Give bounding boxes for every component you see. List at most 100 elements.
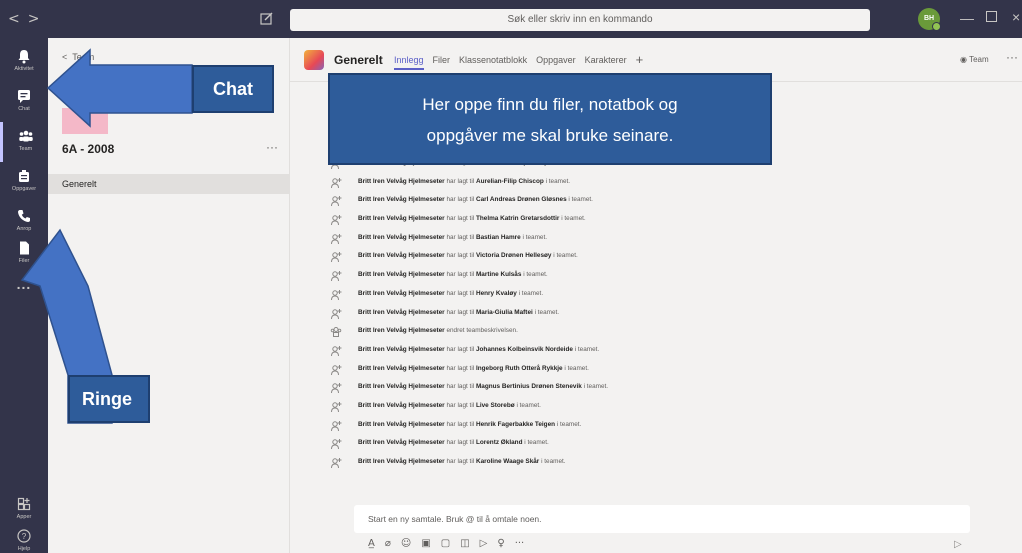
- message-suffix: i teamet.: [516, 401, 541, 409]
- tab-files[interactable]: Filer: [433, 55, 451, 70]
- bell-icon: [18, 50, 30, 64]
- message-actor: Britt Iren Velvåg Hjelmeseter: [358, 196, 445, 204]
- tab-assignments[interactable]: Oppgaver: [536, 55, 576, 70]
- compose-box[interactable]: Start en ny samtale. Bruk @ til å omtale…: [354, 505, 970, 533]
- message-suffix: i teamet.: [568, 196, 593, 204]
- channel-title: Generelt: [334, 53, 383, 67]
- team-avatar: [62, 108, 108, 134]
- message-actor: Britt Iren Velvåg Hjelmeseter: [358, 252, 445, 260]
- feed-message: Britt Iren Velvåg Hjelmeseter har lagt t…: [320, 175, 1000, 194]
- message-target: Ingeborg Ruth Otterå Rykkje: [475, 364, 563, 372]
- appbar-label: Chat: [18, 106, 30, 112]
- back-arrow-icon[interactable]: <: [8, 11, 28, 27]
- praise-icon[interactable]: ♀: [497, 538, 504, 549]
- message-target: Thelma Katrin Gretarsdottir: [475, 215, 560, 223]
- channel-team-icon: [304, 50, 324, 70]
- message-action: har lagt til: [446, 364, 475, 372]
- team-name: 6A - 2008: [62, 142, 115, 156]
- ringe-callout: Ringe: [68, 375, 150, 423]
- message-actor: Britt Iren Velvåg Hjelmeseter: [358, 383, 445, 391]
- appbar-teams[interactable]: Team: [0, 122, 48, 162]
- user-avatar[interactable]: BH: [918, 8, 941, 31]
- add-member-icon: [331, 420, 342, 431]
- message-action: har lagt til: [446, 308, 475, 316]
- appbar-files[interactable]: Filer: [0, 234, 48, 274]
- appbar-label: Apper: [16, 514, 32, 520]
- send-icon[interactable]: ▷: [954, 539, 962, 550]
- meet-icon[interactable]: ◫: [460, 538, 469, 549]
- add-member-icon: [331, 271, 342, 282]
- add-member-icon: [331, 196, 342, 207]
- app-bar: Aktivitet Chat Team Oppgaver Anrop Filer…: [0, 38, 48, 553]
- add-member-icon: [331, 215, 342, 226]
- more-apps-icon[interactable]: ...: [0, 276, 48, 292]
- feed-message: Britt Iren Velvåg Hjelmeseter har lagt t…: [320, 343, 1000, 362]
- header-more-icon[interactable]: ···: [1006, 50, 1018, 64]
- appbar-assignments[interactable]: Oppgaver: [0, 162, 48, 202]
- feed-message-text: Britt Iren Velvåg Hjelmeseter endret tea…: [358, 327, 518, 334]
- message-actor: Britt Iren Velvåg Hjelmeseter: [358, 233, 445, 241]
- team-button-label: Team: [969, 55, 989, 64]
- feed-message-text: Britt Iren Velvåg Hjelmeseter har lagt t…: [358, 252, 578, 259]
- message-suffix: i teamet.: [522, 233, 548, 241]
- message-suffix: i teamet.: [534, 308, 560, 316]
- close-icon[interactable]: ×: [1012, 9, 1020, 25]
- gif-icon[interactable]: ▣: [421, 538, 430, 549]
- emoji-icon[interactable]: ☺: [401, 538, 411, 549]
- message-feed: Britt Iren Velvåg Hjelmeseter har lagt t…: [320, 156, 1000, 474]
- tab-grades[interactable]: Karakterer: [585, 55, 627, 70]
- maximize-icon[interactable]: [986, 11, 997, 22]
- more-options-icon[interactable]: ···: [515, 538, 525, 549]
- feed-message-text: Britt Iren Velvåg Hjelmeseter har lagt t…: [358, 178, 570, 185]
- feed-message-text: Britt Iren Velvåg Hjelmeseter har lagt t…: [358, 271, 548, 278]
- chat-callout: Chat: [192, 65, 274, 113]
- message-suffix: i teamet.: [561, 215, 586, 223]
- search-input[interactable]: Søk eller skriv inn en kommando: [290, 9, 870, 31]
- feed-message: Britt Iren Velvåg Hjelmeseter har lagt t…: [320, 268, 1000, 287]
- feed-message-text: Britt Iren Velvåg Hjelmeseter har lagt t…: [358, 421, 581, 428]
- add-tab-icon[interactable]: +: [636, 52, 644, 70]
- appbar-label: Filer: [18, 258, 30, 264]
- message-target: Karoline Waage Skår: [475, 458, 540, 465]
- compose-placeholder: Start en ny samtale. Bruk @ til å omtale…: [368, 514, 542, 524]
- team-more-icon[interactable]: ···: [266, 140, 278, 154]
- message-target: Johannes Kolbeinsvik Nordeide: [475, 345, 573, 353]
- attach-icon[interactable]: ⌀: [385, 538, 391, 549]
- message-actor: Britt Iren Velvåg Hjelmeseter: [358, 289, 445, 297]
- feed-message: Britt Iren Velvåg Hjelmeseter endret tea…: [320, 324, 1000, 343]
- message-target: Lorentz Økland: [475, 439, 523, 447]
- minimize-icon[interactable]: —: [960, 10, 974, 26]
- message-actor: Britt Iren Velvåg Hjelmeseter: [358, 458, 445, 465]
- team-panel: < Team 6A - 2008 ··· Generelt: [48, 38, 290, 553]
- help-icon: ?: [17, 529, 31, 543]
- message-suffix: i teamet.: [564, 364, 589, 372]
- team-button[interactable]: ◉ Team: [960, 55, 989, 64]
- tab-posts[interactable]: Innlegg: [394, 55, 424, 70]
- back-to-teams-link[interactable]: < Team: [62, 52, 94, 62]
- format-icon[interactable]: A̲: [368, 538, 375, 549]
- appbar-activity[interactable]: Aktivitet: [0, 42, 48, 82]
- appbar-help[interactable]: ? Hjelp: [0, 522, 48, 553]
- stream-icon[interactable]: ▷: [480, 538, 488, 549]
- message-action: har lagt til: [446, 401, 475, 409]
- compose-icon[interactable]: [260, 11, 274, 25]
- sticker-icon[interactable]: ▢: [441, 538, 450, 549]
- message-target: Carl Andreas Drønen Gløsnes: [475, 196, 567, 204]
- message-actor: Britt Iren Velvåg Hjelmeseter: [358, 271, 445, 279]
- feed-message-text: Britt Iren Velvåg Hjelmeseter har lagt t…: [358, 365, 589, 372]
- feed-message: Britt Iren Velvåg Hjelmeseter har lagt t…: [320, 436, 1000, 455]
- message-suffix: i teamet.: [583, 383, 609, 391]
- channel-item-generelt[interactable]: Generelt: [48, 174, 289, 194]
- message-action: har lagt til: [446, 289, 475, 297]
- feed-message-text: Britt Iren Velvåg Hjelmeseter har lagt t…: [358, 290, 543, 297]
- appbar-chat[interactable]: Chat: [0, 82, 48, 122]
- forward-arrow-icon[interactable]: >: [28, 11, 48, 27]
- message-target: Martine Kulsås: [475, 271, 522, 279]
- feed-message: Britt Iren Velvåg Hjelmeseter har lagt t…: [320, 212, 1000, 231]
- message-action: har lagt til: [446, 271, 475, 279]
- tab-class-notebook[interactable]: Klassenotatblokk: [459, 55, 527, 70]
- message-action: har lagt til: [446, 215, 475, 223]
- feed-message: Britt Iren Velvåg Hjelmeseter har lagt t…: [320, 249, 1000, 268]
- feed-message-text: Britt Iren Velvåg Hjelmeseter har lagt t…: [358, 196, 593, 203]
- channel-label: Generelt: [62, 179, 97, 189]
